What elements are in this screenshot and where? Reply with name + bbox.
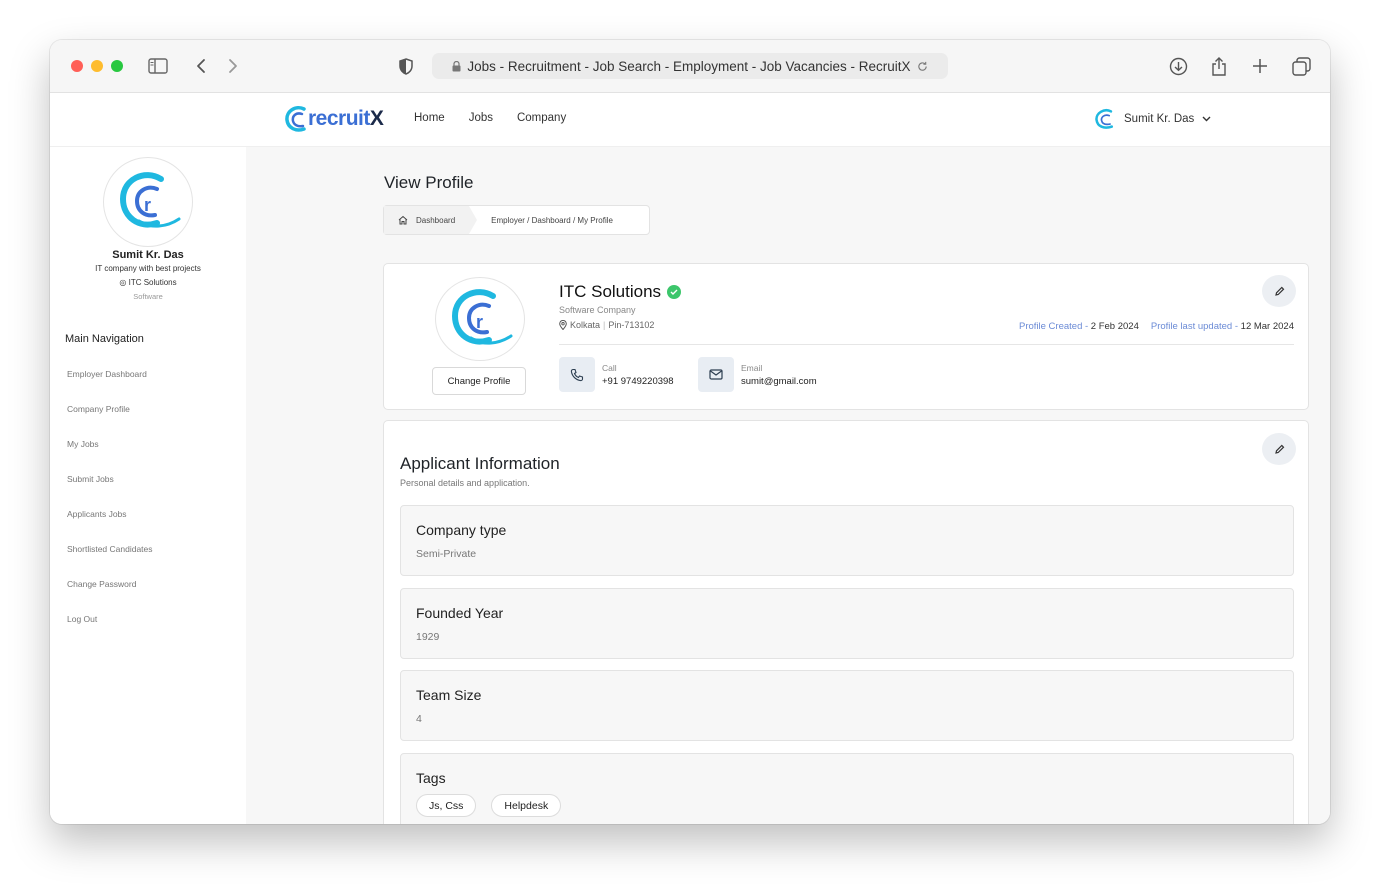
page-url-title: Jobs - Recruitment - Job Search - Employ… [467,58,911,74]
main-content: View Profile Dashboard Employer / Dashbo… [246,147,1330,824]
field-label: Team Size [416,687,482,703]
sidebar-user-name: Sumit Kr. Das [112,249,184,261]
user-avatar-icon [1095,109,1114,129]
recruitx-logo-icon [285,106,306,132]
page-title: View Profile [384,173,474,192]
site-navbar: recruitX Home Jobs Company Sumit Kr. Das [50,93,1330,147]
tag-chip[interactable]: Helpdesk [491,794,562,817]
applicant-info-card: Applicant Information Personal details a… [383,420,1309,824]
main-nav: Home Jobs Company [414,112,566,124]
nav-link-company[interactable]: Company [517,112,566,124]
company-logo-icon: r [451,289,513,345]
company-name: ITC Solutions [559,282,682,302]
profile-card: r Change Profile ITC Solutions Software … [383,263,1309,410]
company-type: Software Company [559,305,636,315]
home-icon [398,215,408,225]
nav-link-home[interactable]: Home [414,112,445,124]
sidebar-company: ◎ ITC Solutions [119,278,177,287]
tag-chip[interactable]: Js, Css [416,794,477,817]
back-arrow-icon[interactable] [189,54,213,78]
field-label: Founded Year [416,605,504,621]
call-contact[interactable]: Call +91 9749220398 [559,357,674,392]
field-value: 1929 [416,631,440,643]
sidebar-item-log-out[interactable]: Log Out [67,614,153,649]
svg-text:r: r [144,195,151,215]
verified-badge-icon [667,285,682,299]
sidebar-item-my-jobs[interactable]: My Jobs [67,439,153,474]
svg-text:r: r [476,312,483,332]
company-location: Kolkata | Pin-713102 [559,320,654,330]
sidebar-category: Software [133,292,163,301]
breadcrumb: Dashboard Employer / Dashboard / My Prof… [383,205,650,235]
address-bar[interactable]: Jobs - Recruitment - Job Search - Employ… [432,53,948,79]
field-label: Tags [416,770,446,786]
profile-avatar: r [435,277,525,361]
email-value: sumit@gmail.com [741,375,817,387]
download-icon[interactable] [1166,54,1190,78]
shield-icon[interactable] [394,54,418,78]
edit-applicant-button[interactable] [1262,433,1296,465]
maximize-window-button[interactable] [111,60,123,72]
browser-window: Jobs - Recruitment - Job Search - Employ… [50,40,1330,824]
profile-updated: Profile last updated - 12 Mar 2024 [1150,321,1294,332]
sidebar-tagline: IT company with best projects [95,264,201,273]
tag-list: Js, Css Helpdesk [416,794,562,817]
field-value: 4 [416,713,422,725]
new-tab-plus-icon[interactable] [1248,54,1272,78]
logo-text: recruitX [308,107,384,130]
field-label: Company type [416,522,507,538]
pencil-icon [1274,286,1284,296]
sidebar-avatar: r [103,157,193,247]
sidebar-heading: Main Navigation [65,333,144,345]
applicant-info-title: Applicant Information [400,454,560,473]
recruitx-logo[interactable]: recruitX [284,105,384,133]
breadcrumb-path: Employer / Dashboard / My Profile [491,215,613,225]
sidebar-menu: Employer Dashboard Company Profile My Jo… [67,369,153,649]
divider [559,344,1294,345]
sidebar: r Sumit Kr. Das IT company with best pro… [50,147,246,824]
close-window-button[interactable] [71,60,83,72]
forward-arrow-icon[interactable] [221,54,245,78]
user-name: Sumit Kr. Das [1124,113,1195,125]
nav-link-jobs[interactable]: Jobs [469,112,493,124]
reload-icon[interactable] [917,61,928,72]
company-type-field: Company type Semi-Private [400,505,1294,576]
phone-icon [559,357,595,392]
sidebar-item-shortlisted-candidates[interactable]: Shortlisted Candidates [67,544,153,579]
tab-overview-icon[interactable] [1289,54,1313,78]
profile-dates: Profile Created - 2 Feb 2024 Profile las… [1019,321,1294,332]
tags-field: Tags Js, Css Helpdesk [400,753,1294,824]
share-icon[interactable] [1207,54,1231,78]
building-icon: ◎ [119,278,127,287]
company-logo-icon: r [119,172,181,228]
location-pin-icon [559,320,567,330]
browser-toolbar: Jobs - Recruitment - Job Search - Employ… [50,40,1330,93]
minimize-window-button[interactable] [91,60,103,72]
field-value: Semi-Private [416,548,477,560]
applicant-info-subtitle: Personal details and application. [400,478,530,488]
mail-icon [698,357,734,392]
sidebar-item-applicants-jobs[interactable]: Applicants Jobs [67,509,153,544]
sidebar-item-company-profile[interactable]: Company Profile [67,404,153,439]
email-contact[interactable]: Email sumit@gmail.com [698,357,817,392]
sidebar-item-employer-dashboard[interactable]: Employer Dashboard [67,369,153,404]
profile-created: Profile Created - 2 Feb 2024 [1018,321,1139,332]
call-value: +91 9749220398 [602,375,674,387]
pencil-icon [1274,444,1284,454]
chevron-down-icon [1202,116,1211,122]
breadcrumb-home[interactable]: Dashboard [384,206,478,234]
lock-icon [452,60,461,71]
team-size-field: Team Size 4 [400,670,1294,741]
sidebar-item-submit-jobs[interactable]: Submit Jobs [67,474,153,509]
sidebar-item-change-password[interactable]: Change Password [67,579,153,614]
user-menu[interactable]: Sumit Kr. Das [1094,108,1211,130]
email-label: Email [741,362,763,373]
change-profile-button[interactable]: Change Profile [432,367,526,395]
call-label: Call [602,362,617,373]
founded-year-field: Founded Year 1929 [400,588,1294,659]
edit-profile-button[interactable] [1262,275,1296,307]
sidebar-toggle-icon[interactable] [146,54,170,78]
